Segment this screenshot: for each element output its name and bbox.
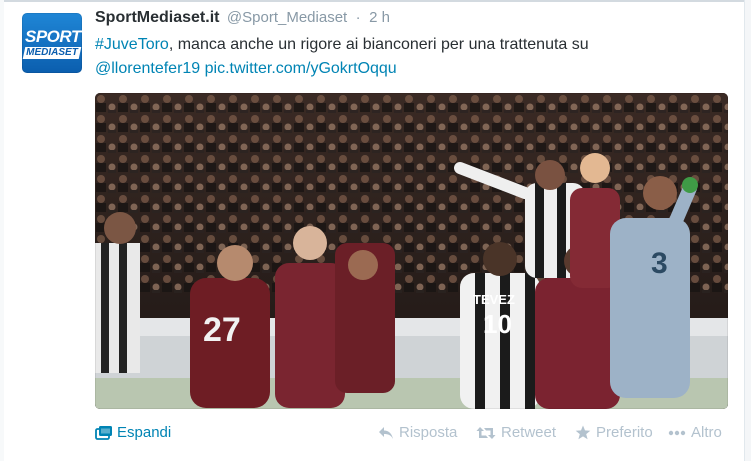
media-link[interactable]: pic.twitter.com/yGokrtOqqu (205, 60, 397, 77)
expand-button[interactable]: Espandi (95, 424, 171, 441)
tweet-header: SportMediaset.it @Sport_Mediaset · 2 h (95, 9, 390, 31)
tweet-photo[interactable]: 27 TEVEZ 10 3 (95, 93, 728, 409)
author-name[interactable]: SportMediaset.it (95, 9, 219, 26)
favorite-label: Preferito (596, 424, 653, 441)
tweet-text-body: , manca anche un rigore ai bianconeri pe… (168, 36, 589, 53)
reply-label: Risposta (399, 424, 458, 441)
tweet-text: #JuveToro, manca anche un rigore ai bian… (95, 33, 695, 81)
photo-expand-icon (95, 425, 113, 441)
avatar-logo-text-top: SPORT (25, 27, 81, 46)
tweet-timestamp[interactable]: 2 h (369, 9, 390, 26)
jersey-number-27: 27 (203, 311, 241, 349)
star-icon (575, 425, 591, 440)
more-button[interactable]: Altro (668, 424, 722, 441)
tweet-text-line-2: @llorentefer19 pic.twitter.com/yGokrtOqq… (95, 57, 695, 81)
more-label: Altro (691, 424, 722, 441)
reply-icon (378, 426, 394, 440)
header-separator: · (355, 9, 361, 26)
avatar-logo-text-bottom: MEDIASET (26, 47, 78, 58)
mention-link[interactable]: @llorentefer19 (95, 60, 200, 77)
more-dots-icon (668, 430, 686, 436)
author-avatar[interactable]: SPORT MEDIASET (22, 13, 82, 73)
retweet-label: Retweet (501, 424, 557, 441)
tweet-text-line-1: #JuveToro, manca anche un rigore ai bian… (95, 33, 695, 57)
timeline-border-top (0, 0, 751, 2)
jersey-number-10: 10 (483, 309, 512, 339)
retweet-icon (476, 426, 496, 440)
author-handle[interactable]: @Sport_Mediaset (227, 9, 347, 26)
hashtag-link[interactable]: #JuveToro (95, 36, 169, 53)
football-photo-illustration: 27 TEVEZ 10 3 (95, 93, 728, 409)
favorite-button[interactable]: Preferito (575, 424, 653, 441)
reply-button[interactable]: Risposta (378, 424, 457, 441)
timeline-border-left (0, 0, 4, 461)
retweet-button[interactable]: Retweet (476, 424, 556, 441)
timeline-scroll-edge[interactable] (744, 0, 751, 461)
jersey-name-tevez: TEVEZ (473, 292, 515, 307)
expand-label: Espandi (117, 424, 172, 441)
tweet-actions: Espandi Risposta Retweet Preferito Altro (95, 424, 735, 446)
jersey-number-goalkeeper: 3 (651, 247, 668, 280)
